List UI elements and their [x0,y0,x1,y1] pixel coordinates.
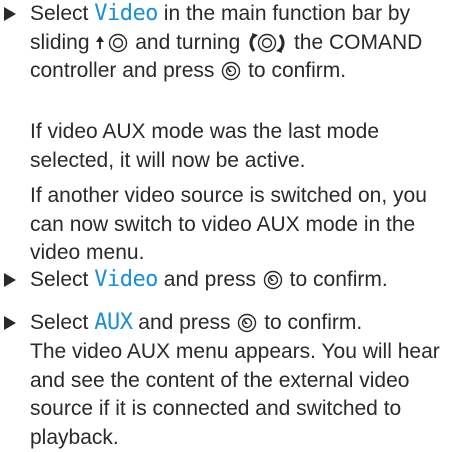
keyword-video: Video [94,267,158,292]
step-select-video: Select Video and press to confirm. [4,266,460,295]
step-text: and press [132,311,237,334]
step-text: to confirm. [258,311,363,334]
bullet-triangle-icon [4,316,16,330]
turn-controller-icon [246,32,288,54]
keyword-video: Video [94,1,158,26]
press-controller-icon [220,60,242,82]
step-text: and turning [129,30,247,54]
instruction-page: Select Video in the main function bar by… [0,0,466,449]
step-prefix: Select [30,268,95,291]
step-text: to confirm. [242,59,347,82]
step-text: and press [157,268,262,291]
step-prefix: Select [30,311,95,334]
press-controller-icon [236,312,258,334]
step-text: to confirm. [283,268,388,291]
keyword-aux: AUX [94,310,133,335]
note-other-source: If another video source is switched on, … [30,184,427,264]
note-result: The video AUX menu appears. You will hea… [30,340,440,449]
press-controller-icon [262,269,284,291]
note-last-mode: If video AUX mode was the last mode sele… [30,120,380,172]
step-select-video-main-bar: Select Video in the main function bar by… [4,0,460,86]
step-prefix: Select [30,2,95,25]
slide-controller-icon [95,32,129,54]
step-select-aux: Select AUX and press to confirm. [4,309,460,338]
bullet-triangle-icon [4,7,16,21]
bullet-triangle-icon [4,273,16,287]
